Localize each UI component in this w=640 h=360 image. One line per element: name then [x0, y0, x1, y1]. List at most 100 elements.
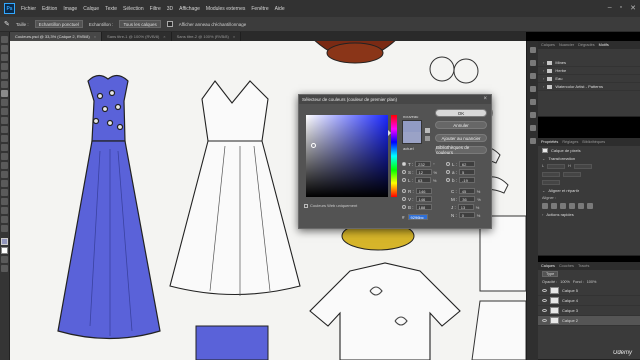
document-tab[interactable]: Sans titre-1 @ 100% (RVB/8) × — [102, 32, 172, 41]
current-color-swatch[interactable] — [402, 132, 422, 144]
chevron-right-icon[interactable]: › — [543, 84, 544, 89]
tab-channels[interactable]: Couches — [559, 264, 574, 268]
history-brush-tool-icon[interactable] — [1, 126, 8, 133]
hue-radio[interactable] — [402, 162, 406, 166]
tab-adjustments[interactable]: Réglages — [562, 140, 578, 144]
opacity-value[interactable]: 100% — [560, 280, 570, 284]
lab-l-input[interactable]: 62 — [458, 161, 475, 167]
tab-paths[interactable]: Tracés — [578, 264, 589, 268]
brushes-icon[interactable] — [529, 73, 536, 79]
eye-icon[interactable] — [542, 319, 547, 322]
character-icon[interactable] — [529, 86, 536, 92]
more-tools-icon[interactable] — [1, 225, 8, 232]
menu-image[interactable]: Image — [63, 6, 77, 12]
clone-source-icon[interactable] — [529, 138, 536, 144]
align-middle-icon[interactable] — [578, 203, 584, 209]
red-radio[interactable] — [402, 189, 406, 193]
quick-actions-header[interactable]: › Actions rapides — [538, 210, 640, 218]
rotation-input[interactable] — [542, 179, 560, 185]
align-right-icon[interactable] — [560, 203, 566, 209]
pen-tool-icon[interactable] — [1, 171, 8, 178]
dodge-tool-icon[interactable] — [1, 162, 8, 169]
chevron-right-icon[interactable]: › — [543, 68, 544, 73]
color-libraries-button[interactable]: Bibliothèques de couleurs — [435, 145, 487, 155]
width-input[interactable] — [547, 163, 566, 169]
magenta-input[interactable]: 36 — [459, 196, 476, 202]
web-only-checkbox[interactable] — [304, 203, 308, 208]
document-tab[interactable]: Sans titre-2 @ 100% (RVB/8) × — [171, 32, 242, 41]
eye-icon[interactable] — [542, 289, 547, 292]
black-input[interactable]: 0 — [458, 212, 475, 218]
close-tab-icon[interactable]: × — [233, 34, 235, 39]
chevron-right-icon[interactable]: › — [543, 76, 544, 81]
screen-mode-icon[interactable] — [1, 265, 8, 272]
menu-select[interactable]: Sélection — [123, 6, 144, 12]
lab-a-input[interactable]: 5 — [459, 169, 476, 175]
eyedropper-icon[interactable]: ✎ — [4, 20, 10, 28]
eyedropper-tool-icon[interactable] — [1, 90, 8, 97]
actions-icon[interactable] — [529, 125, 536, 131]
green-input[interactable]: 146 — [415, 196, 432, 202]
green-radio[interactable] — [402, 197, 406, 201]
paragraph-icon[interactable] — [529, 99, 536, 105]
blur-tool-icon[interactable] — [1, 153, 8, 160]
lasso-tool-icon[interactable] — [1, 54, 8, 61]
glyphs-icon[interactable] — [529, 112, 536, 118]
background-color-swatch[interactable] — [1, 247, 8, 254]
hand-tool-icon[interactable] — [1, 207, 8, 214]
history-icon[interactable] — [529, 47, 536, 53]
document-tab[interactable]: Couleurs.psd @ 33,3% (Calque 2, RVB/8) × — [10, 32, 103, 41]
blue-radio[interactable] — [402, 205, 406, 209]
y-input[interactable] — [563, 171, 581, 177]
pattern-folder[interactable]: › Herbe — [538, 67, 640, 75]
chevron-down-icon[interactable]: ⌄ — [542, 156, 545, 161]
close-tab-icon[interactable]: × — [163, 34, 165, 39]
height-input[interactable] — [573, 163, 592, 169]
pattern-folder[interactable]: › Eau — [538, 75, 640, 83]
saturation-radio[interactable] — [402, 170, 406, 174]
hex-input[interactable]: 9296bc — [407, 214, 428, 220]
hue-input[interactable]: 232 — [415, 161, 432, 167]
cyan-input[interactable]: 45 — [458, 188, 475, 194]
hue-slider-arrow-icon[interactable] — [388, 130, 391, 136]
quick-select-tool-icon[interactable] — [1, 63, 8, 70]
menu-help[interactable]: Aide — [275, 6, 285, 12]
eraser-tool-icon[interactable] — [1, 135, 8, 142]
blue-input[interactable]: 188 — [415, 204, 432, 210]
tab-layers[interactable]: Calques — [541, 264, 555, 268]
sample-layer-select[interactable]: Tous les calques — [119, 20, 161, 28]
red-input[interactable]: 146 — [415, 188, 432, 194]
menu-3d[interactable]: 3D — [167, 6, 173, 12]
chevron-down-icon[interactable]: ⌄ — [542, 188, 545, 193]
close-icon[interactable]: ✕ — [630, 4, 636, 12]
tab-gradients[interactable]: Dégradés — [578, 43, 594, 47]
menu-edit[interactable]: Edition — [42, 6, 57, 12]
crop-tool-icon[interactable] — [1, 72, 8, 79]
type-tool-icon[interactable] — [1, 180, 8, 187]
layer-row-selected[interactable]: Calque 2 — [538, 316, 640, 326]
pattern-folder[interactable]: › Mines — [538, 59, 640, 67]
layer-filter-select[interactable]: Type — [542, 271, 559, 277]
layer-row[interactable]: Calque 3 — [538, 306, 640, 316]
align-bottom-icon[interactable] — [587, 203, 593, 209]
zoom-tool-icon[interactable] — [1, 216, 8, 223]
menu-layer[interactable]: Calque — [83, 6, 99, 12]
align-left-icon[interactable] — [542, 203, 548, 209]
brush-tool-icon[interactable] — [1, 108, 8, 115]
ok-button[interactable]: OK — [435, 109, 487, 117]
layer-row[interactable]: Calque 5 — [538, 286, 640, 296]
brightness-input[interactable]: 63 — [414, 177, 431, 183]
tab-layers-top[interactable]: Calques — [541, 43, 555, 47]
chevron-right-icon[interactable]: › — [542, 212, 543, 217]
stamp-tool-icon[interactable] — [1, 117, 8, 124]
foreground-color-swatch[interactable] — [1, 238, 8, 245]
menu-view[interactable]: Affichage — [179, 6, 200, 12]
tab-swatches[interactable]: Nuancier — [559, 43, 574, 47]
minimize-icon[interactable]: – — [608, 4, 612, 12]
tab-properties[interactable]: Propriétés — [541, 140, 558, 144]
align-header[interactable]: ⌄ Aligner et répartir — [538, 186, 640, 194]
eye-icon[interactable] — [542, 309, 547, 312]
sampling-ring-checkbox[interactable] — [166, 21, 173, 27]
info-icon[interactable] — [529, 60, 536, 66]
yellow-input[interactable]: 13 — [457, 204, 474, 210]
